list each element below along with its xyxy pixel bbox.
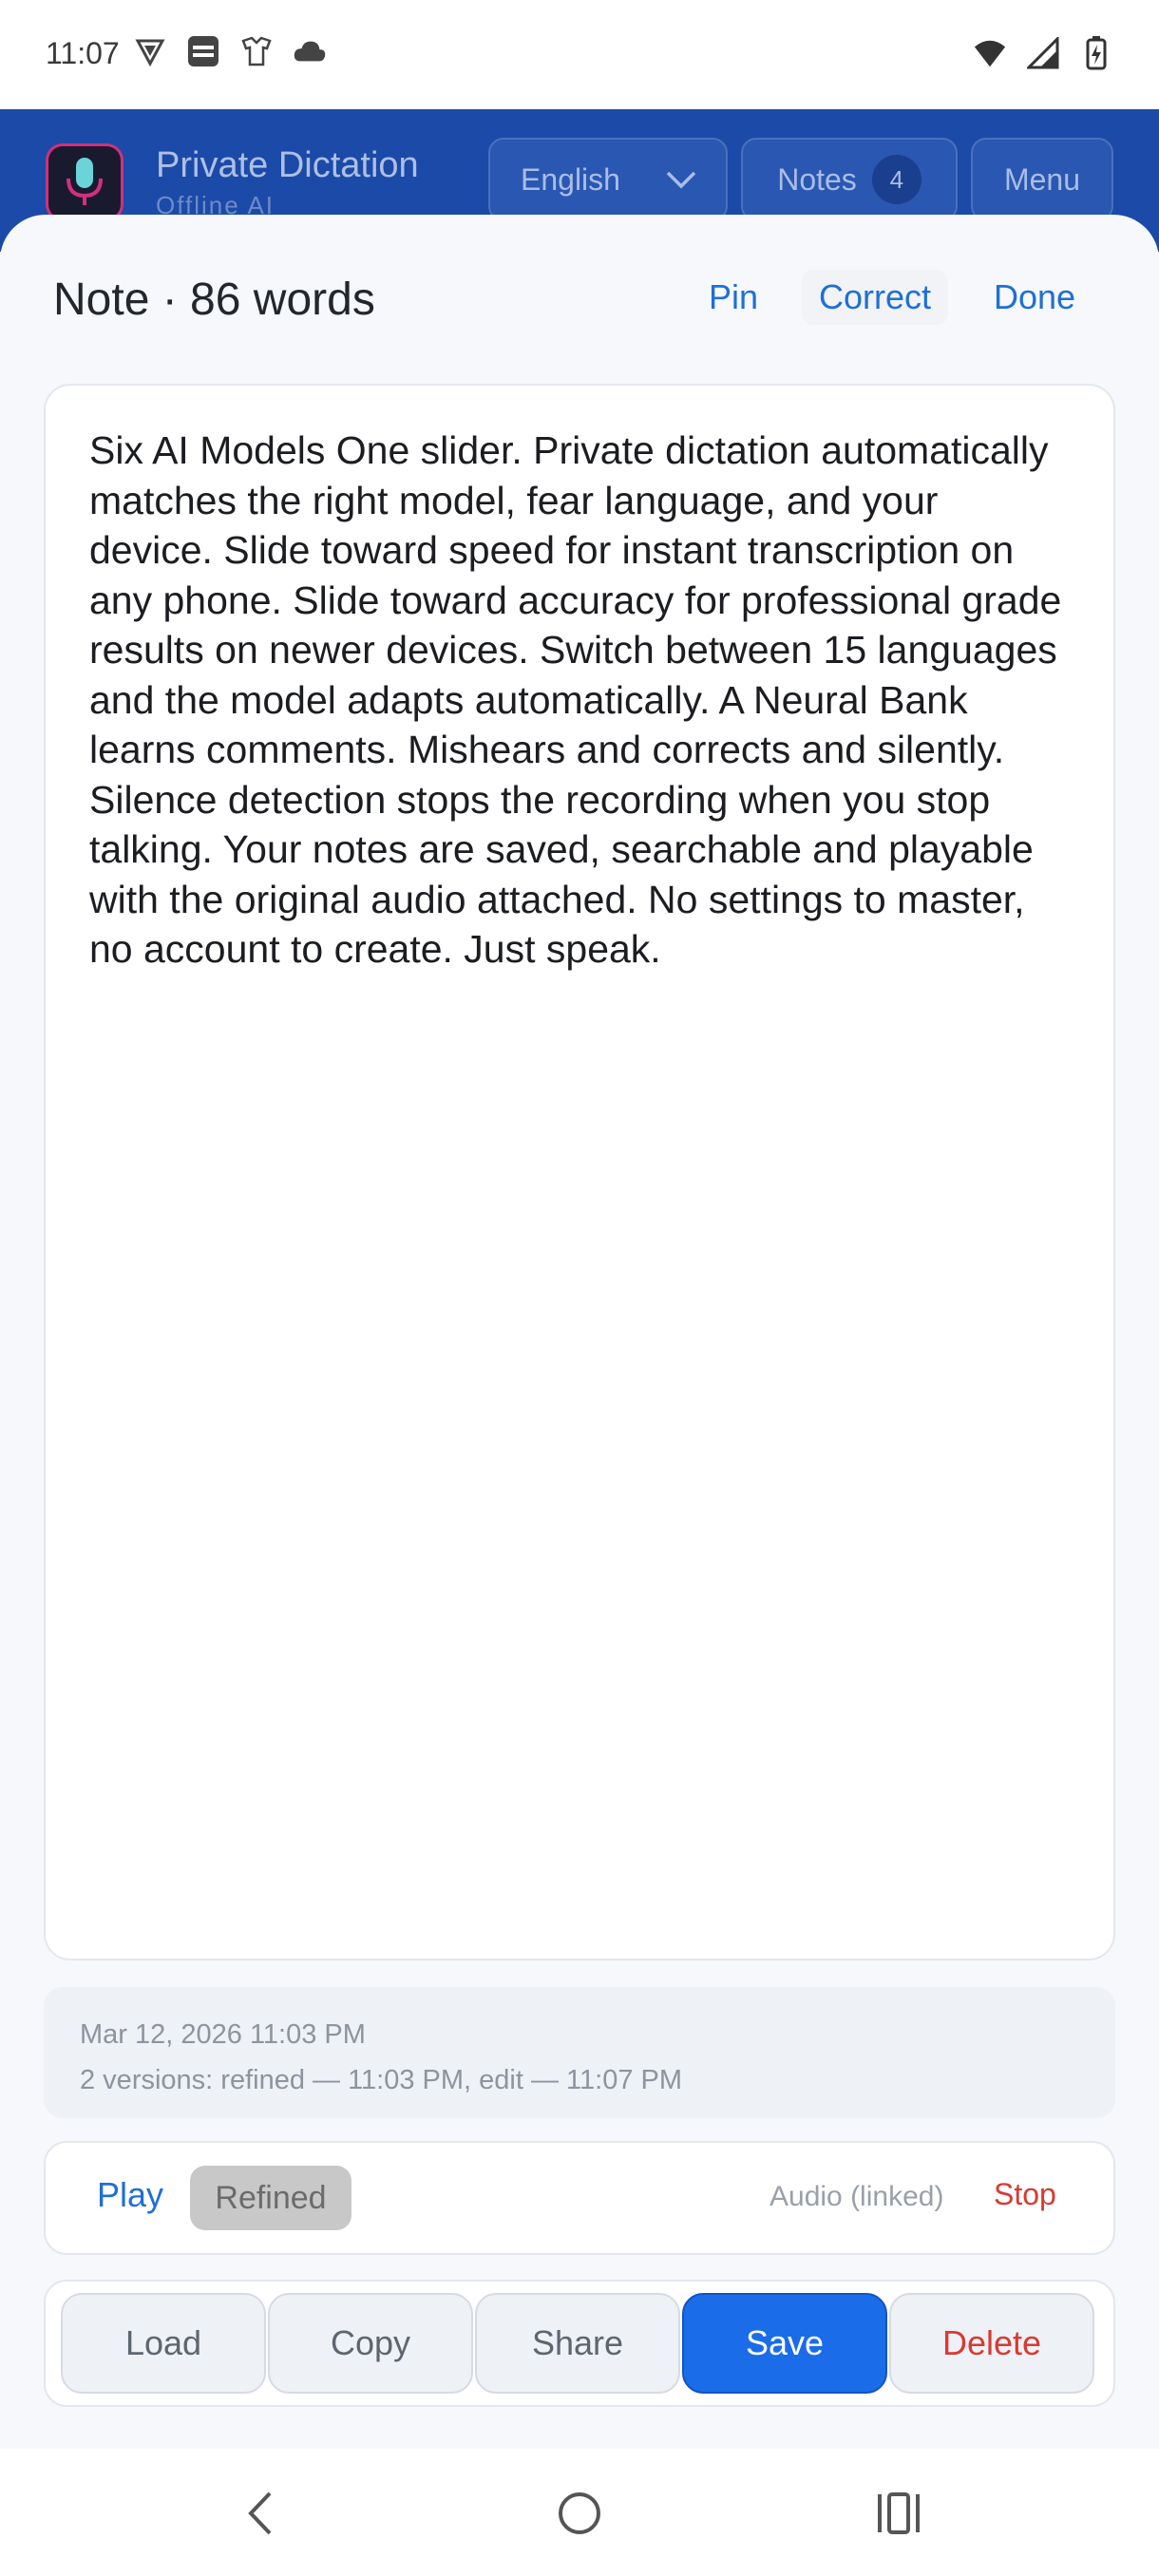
playback-bar: Play Refined Audio (linked) Stop [44,2141,1115,2255]
home-icon[interactable] [549,2483,610,2544]
notes-count-badge: 4 [871,155,922,204]
app-logo [46,143,124,221]
share-button[interactable]: Share [475,2293,680,2394]
note-text-area[interactable]: Six AI Models One slider. Private dictat… [44,384,1115,1960]
notes-button-label: Notes [777,161,857,197]
notes-button[interactable]: Notes 4 [741,138,958,221]
audio-linked-label: Audio (linked) [770,2181,944,2212]
vpn-shield-icon [133,34,167,68]
free-stuff-icon [186,34,220,68]
status-icons-left [133,34,327,68]
note-versions: 2 versions: refined — 11:03 PM, edit — 1… [80,2065,683,2095]
action-bar: Load Copy Share Save Delete [44,2280,1115,2407]
play-button[interactable]: Play [97,2175,163,2215]
done-button[interactable]: Done [977,270,1092,325]
cloud-icon [293,34,327,68]
status-bar: 11:07 [0,0,1159,109]
load-button[interactable]: Load [61,2293,266,2394]
correct-button[interactable]: Correct [802,270,949,325]
signal-icon [1026,36,1060,70]
stop-button[interactable]: Stop [994,2177,1056,2212]
back-icon[interactable] [230,2483,291,2544]
wifi-icon [973,36,1007,70]
note-date: Mar 12, 2026 11:03 PM [80,2019,366,2050]
note-title: Note · 86 words [53,275,375,325]
save-button[interactable]: Save [682,2293,887,2394]
delete-button[interactable]: Delete [889,2293,1094,2394]
battery-icon [1079,36,1113,70]
note-sheet: Note · 86 words Pin Correct Done Six AI … [0,215,1159,2449]
chevron-down-icon [666,171,696,189]
status-icons-right [973,36,1113,70]
pin-button[interactable]: Pin [692,270,775,325]
app-title: Private Dictation [156,145,419,185]
menu-button[interactable]: Menu [971,138,1113,221]
copy-button[interactable]: Copy [268,2293,473,2394]
recents-icon[interactable] [868,2483,929,2544]
navigation-bar [0,2449,1159,2576]
note-meta: Mar 12, 2026 11:03 PM 2 versions: refine… [44,1987,1115,2118]
language-select[interactable]: English [488,138,728,221]
status-time: 11:07 [46,36,120,70]
shirt-icon [239,34,274,68]
language-select-value: English [521,161,620,197]
microphone-icon [66,158,103,205]
refined-chip[interactable]: Refined [190,2166,352,2230]
